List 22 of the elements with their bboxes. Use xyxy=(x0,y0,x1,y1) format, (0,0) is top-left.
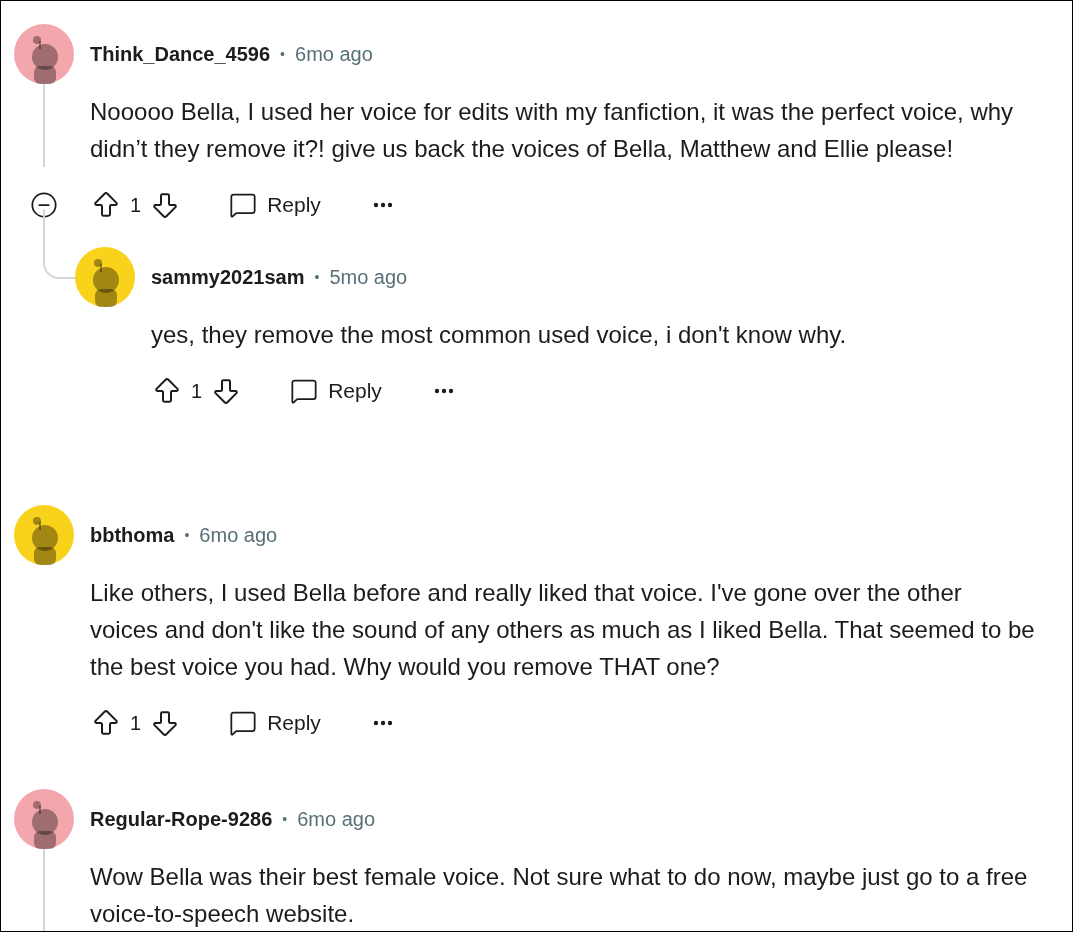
timestamp: 6mo ago xyxy=(199,523,278,547)
vote-count: 1 xyxy=(130,193,142,217)
comment-text: yes, they remove the most common used voice, i don't know why. xyxy=(151,320,848,350)
reply-button[interactable]: Reply xyxy=(290,377,382,405)
separator-dot: • xyxy=(282,811,288,827)
username[interactable]: sammy2021sam xyxy=(151,265,305,289)
timestamp: 6mo ago xyxy=(295,42,373,66)
timestamp: 6mo ago xyxy=(297,807,376,831)
vote-count: 1 xyxy=(191,379,203,403)
comment-text: Nooooo Bella, I used her voice for edits with my fanfiction, it was the perfect voice, why didn’t they remove it?! give us back the voices of Bella, Matthew and Ellie please! xyxy=(90,97,1015,164)
reply-button[interactable]: Reply xyxy=(229,709,321,737)
username[interactable]: Think_Dance_4596 xyxy=(90,42,271,66)
separator-dot: • xyxy=(184,527,190,543)
username[interactable]: Regular-Rope-9286 xyxy=(90,807,273,831)
separator-dot: • xyxy=(314,269,320,285)
separator-dot: • xyxy=(280,46,285,62)
comment-text: Like others, I used Bella before and really liked that voice. I've gone over the other voices and don't like the sound of any others as much as I liked Bella. That seemed to be the best voice you had. Why would you remove THAT one? xyxy=(90,578,1035,682)
reply-button[interactable]: Reply xyxy=(229,191,321,219)
username[interactable]: bbthoma xyxy=(90,523,175,547)
vote-count: 1 xyxy=(130,711,142,735)
comment-text: Wow Bella was their best female voice. Not sure what to do now, maybe just go to a free voice-to-speech website. xyxy=(90,862,1029,929)
timestamp: 5mo ago xyxy=(329,265,408,289)
